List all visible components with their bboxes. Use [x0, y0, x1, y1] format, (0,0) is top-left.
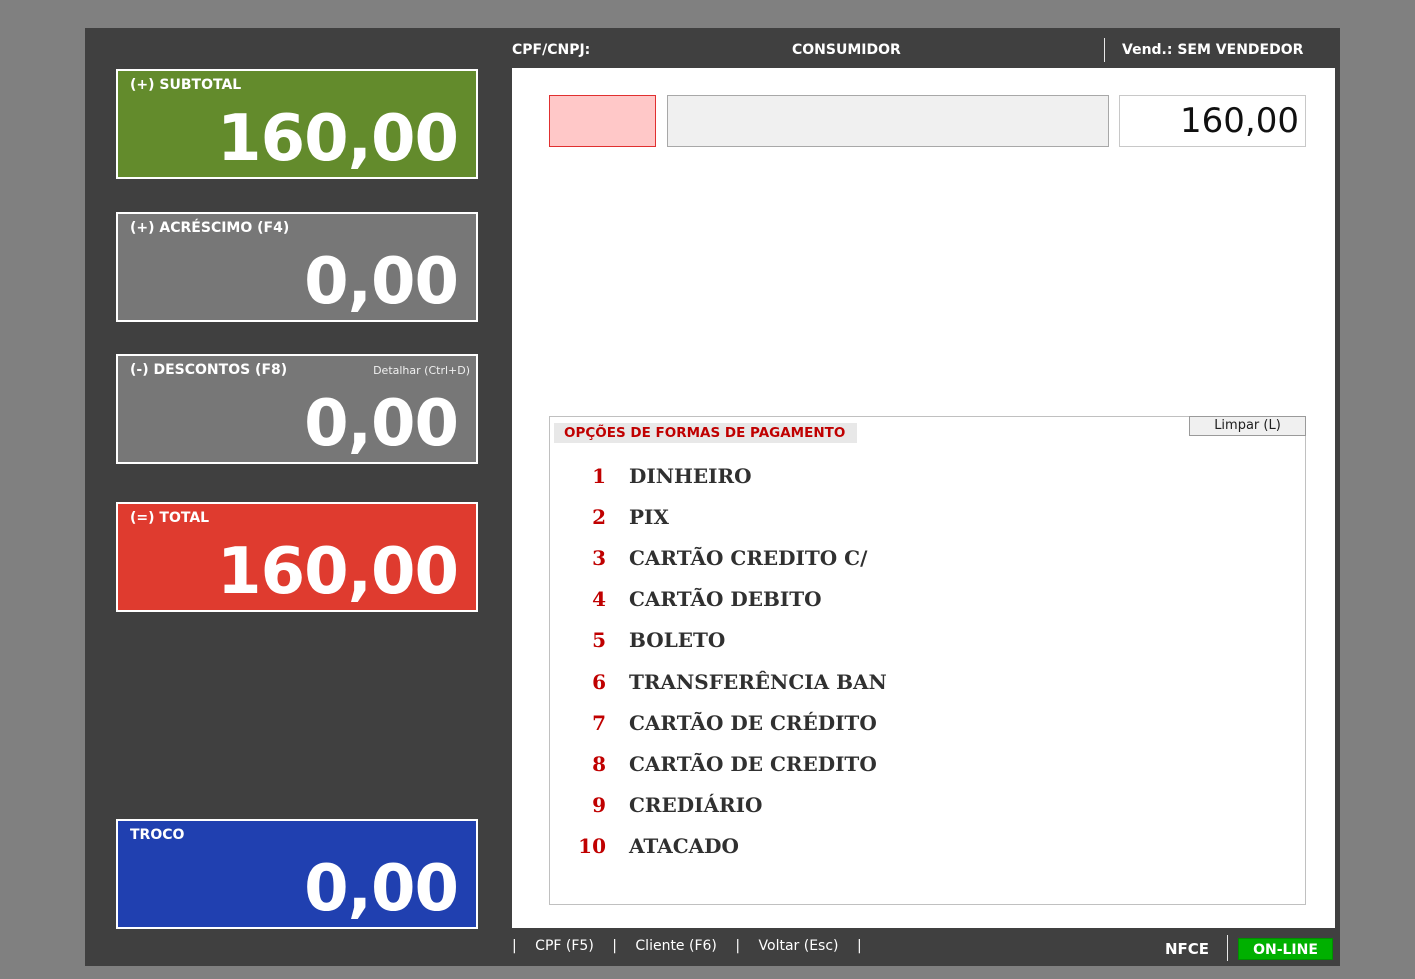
payment-options-list: 1 DINHEIRO 2 PIX 3 CARTÃO CREDITO C/ 4 CARTÃ… [550, 455, 1305, 867]
cliente-shortcut[interactable]: Cliente (F6) [635, 938, 716, 954]
payment-window: CPF/CNPJ: CONSUMIDOR Vend.: SEM VENDEDOR… [85, 28, 1340, 966]
online-status-badge: ON-LINE [1238, 938, 1333, 960]
total-label: (=) TOTAL [130, 510, 210, 526]
troco-card: TROCO 0,00 [116, 819, 478, 929]
total-value: 160,00 [217, 535, 459, 609]
payment-panel: 160,00 OPÇÕES DE FORMAS DE PAGAMENTO Lim… [512, 68, 1335, 928]
option-number: 3 [592, 545, 606, 570]
descontos-label: (-) DESCONTOS (F8) [130, 362, 288, 378]
descontos-card[interactable]: (-) DESCONTOS (F8) Detalhar (Ctrl+D) 0,0… [116, 354, 478, 464]
option-name: CARTÃO DEBITO [629, 587, 822, 612]
troco-value: 0,00 [304, 852, 459, 926]
cpf-shortcut[interactable]: CPF (F5) [535, 938, 594, 954]
subtotal-card: (+) SUBTOTAL 160,00 [116, 69, 478, 179]
payment-option-7[interactable]: 7 CARTÃO DE CRÉDITO [550, 702, 1305, 743]
option-name: BOLETO [629, 628, 726, 653]
footer-divider [1227, 935, 1228, 961]
option-name: CARTÃO DE CRÉDITO [629, 710, 877, 735]
descontos-value: 0,00 [304, 387, 459, 461]
payment-code-input[interactable] [549, 95, 656, 147]
option-name: CARTÃO CREDITO C/ [629, 545, 868, 570]
footer-separator: | [735, 938, 741, 954]
header-divider [1104, 38, 1105, 62]
seller-label: Vend.: SEM VENDEDOR [1122, 42, 1304, 58]
subtotal-value: 160,00 [217, 102, 459, 176]
payment-options-title: OPÇÕES DE FORMAS DE PAGAMENTO [554, 423, 858, 443]
option-number: 10 [578, 834, 606, 859]
payment-option-1[interactable]: 1 DINHEIRO [550, 455, 1305, 496]
troco-label: TROCO [130, 827, 185, 843]
shortcut-bar: | CPF (F5) | Cliente (F6) | Voltar (Esc)… [512, 938, 876, 954]
option-name: DINHEIRO [629, 463, 752, 488]
payment-option-8[interactable]: 8 CARTÃO DE CREDITO [550, 743, 1305, 784]
option-name: CREDIÁRIO [629, 793, 763, 818]
payment-option-6[interactable]: 6 TRANSFERÊNCIA BAN [550, 661, 1305, 702]
option-name: TRANSFERÊNCIA BAN [629, 669, 887, 694]
option-number: 8 [592, 751, 606, 776]
payment-option-10[interactable]: 10 ATACADO [550, 826, 1305, 867]
customer-name: CONSUMIDOR [792, 42, 901, 58]
payment-description-field[interactable] [667, 95, 1109, 147]
option-name: CARTÃO DE CREDITO [629, 751, 877, 776]
cpf-cnpj-label: CPF/CNPJ: [512, 42, 591, 58]
footer-separator: | [856, 938, 862, 954]
option-number: 7 [592, 710, 606, 735]
acrescimo-label: (+) ACRÉSCIMO (F4) [130, 220, 290, 236]
payment-option-2[interactable]: 2 PIX [550, 496, 1305, 537]
option-number: 4 [592, 587, 606, 612]
acrescimo-card[interactable]: (+) ACRÉSCIMO (F4) 0,00 [116, 212, 478, 322]
option-number: 5 [592, 628, 606, 653]
subtotal-label: (+) SUBTOTAL [130, 77, 242, 93]
payment-option-3[interactable]: 3 CARTÃO CREDITO C/ [550, 537, 1305, 578]
voltar-shortcut[interactable]: Voltar (Esc) [759, 938, 839, 954]
footer-separator: | [612, 938, 617, 954]
option-name: ATACADO [629, 834, 739, 859]
clear-button[interactable]: Limpar (L) [1189, 416, 1306, 436]
option-number: 2 [592, 504, 606, 529]
option-number: 9 [592, 793, 606, 818]
document-type-label: NFCE [1165, 940, 1210, 958]
payment-options-box: OPÇÕES DE FORMAS DE PAGAMENTO Limpar (L)… [549, 416, 1306, 905]
footer-separator: | [512, 938, 517, 954]
payment-option-4[interactable]: 4 CARTÃO DEBITO [550, 579, 1305, 620]
payment-option-9[interactable]: 9 CREDIÁRIO [550, 785, 1305, 826]
detalhar-descontos-link[interactable]: Detalhar (Ctrl+D) [373, 364, 470, 377]
payment-option-5[interactable]: 5 BOLETO [550, 620, 1305, 661]
option-number: 1 [592, 463, 606, 488]
acrescimo-value: 0,00 [304, 245, 459, 319]
total-card: (=) TOTAL 160,00 [116, 502, 478, 612]
option-number: 6 [592, 669, 606, 694]
payment-amount-input[interactable]: 160,00 [1119, 95, 1306, 147]
option-name: PIX [629, 504, 669, 529]
